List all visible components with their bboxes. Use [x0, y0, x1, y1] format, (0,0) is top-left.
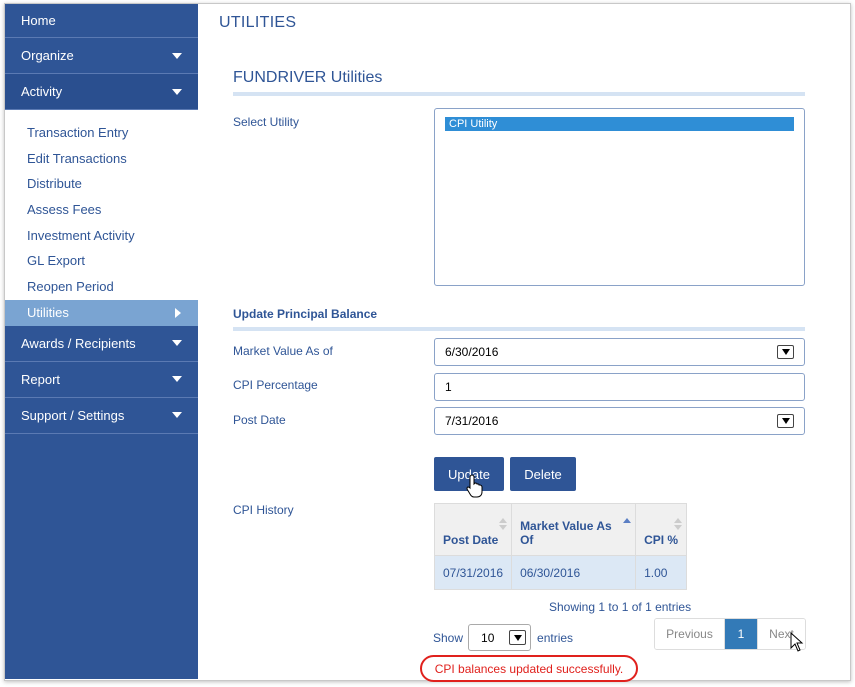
page-title: UTILITIES	[219, 14, 297, 31]
column-header-market-value[interactable]: Market Value As Of	[511, 503, 637, 556]
show-label: Show	[433, 630, 464, 645]
table-cell: 07/31/2016	[433, 555, 513, 590]
utility-listbox[interactable]: CPI Utility	[434, 108, 805, 286]
update-section-title: Update Principal Balance	[233, 307, 378, 321]
nav-report-label: Report	[21, 371, 61, 387]
market-value-select[interactable]: 6/30/2016	[434, 338, 805, 366]
cpi-percentage-label: CPI Percentage	[233, 378, 318, 392]
section-title: FUNDRIVER Utilities	[233, 69, 383, 86]
dropdown-arrow-icon	[509, 630, 527, 645]
chevron-right-icon	[175, 307, 181, 318]
update-button[interactable]: Update	[434, 457, 504, 491]
sort-icon	[674, 518, 683, 532]
chevron-down-icon	[172, 340, 182, 346]
chevron-down-icon	[172, 88, 182, 95]
activity-submenu: Transaction Entry Edit Transactions Dist…	[5, 110, 198, 326]
chevron-down-icon	[172, 376, 182, 382]
sidebar-item-gl-export[interactable]: GL Export	[5, 248, 198, 274]
column-header-cpi[interactable]: CPI %	[635, 503, 688, 556]
nav-support-label: Support / Settings	[21, 407, 125, 423]
sidebar-item-assess-fees[interactable]: Assess Fees	[5, 197, 198, 223]
dropdown-arrow-icon	[777, 345, 794, 359]
nav-awards[interactable]: Awards / Recipients	[5, 326, 198, 362]
nav-home[interactable]: Home	[5, 4, 198, 38]
next-page-button[interactable]: Next	[757, 619, 805, 649]
column-header-post-date[interactable]: Post Date	[433, 503, 513, 556]
market-value-label: Market Value As of	[233, 344, 333, 358]
post-date-value: 7/31/2016	[445, 414, 499, 428]
sidebar-item-edit-transactions[interactable]: Edit Transactions	[5, 146, 198, 172]
sidebar-item-utilities[interactable]: Utilities	[5, 299, 198, 326]
table-info: Showing 1 to 1 of 1 entries	[549, 600, 692, 614]
post-date-label: Post Date	[233, 413, 286, 427]
table-cell: 1.00	[635, 555, 688, 590]
column-header-label: CPI %	[644, 533, 679, 547]
nav-home-label: Home	[21, 13, 56, 28]
nav-organize-label: Organize	[21, 48, 74, 63]
previous-page-button[interactable]: Previous	[655, 619, 725, 649]
nav-report[interactable]: Report	[5, 362, 198, 398]
nav-awards-label: Awards / Recipients	[21, 335, 136, 351]
page-length-value: 10	[481, 630, 495, 645]
nav-organize[interactable]: Organize	[5, 38, 198, 74]
nav-activity-label: Activity	[21, 84, 63, 99]
sidebar-item-reopen-period[interactable]: Reopen Period	[5, 274, 198, 300]
sort-ascending-icon	[623, 518, 632, 525]
sidebar-item-distribute[interactable]: Distribute	[5, 171, 198, 197]
chevron-down-icon	[172, 412, 182, 418]
success-highlight: CPI balances updated successfully.	[420, 655, 638, 682]
nav-activity[interactable]: Activity	[5, 74, 198, 110]
page-length-select[interactable]: 10	[468, 624, 532, 651]
sidebar: Home Organize Activity Transaction Entry…	[5, 4, 198, 679]
sidebar-item-utilities-label: Utilities	[27, 304, 69, 320]
delete-button[interactable]: Delete	[510, 457, 576, 491]
nav-support[interactable]: Support / Settings	[5, 398, 198, 434]
cpi-history-table: Post Date Market Value As Of CPI % 07/31…	[433, 503, 688, 590]
page-1-button[interactable]: 1	[725, 619, 757, 649]
update-section-divider	[233, 327, 805, 331]
sort-icon	[499, 518, 508, 532]
pagination: Previous 1 Next	[654, 618, 806, 650]
market-value-value: 6/30/2016	[445, 345, 499, 359]
entries-label: entries	[537, 630, 574, 645]
select-utility-label: Select Utility	[233, 115, 300, 129]
page-length-control: Show 10 entries	[433, 624, 573, 651]
column-header-label: Post Date	[443, 533, 499, 547]
cpi-percentage-value: 1	[445, 380, 452, 394]
dropdown-arrow-icon	[777, 414, 794, 428]
column-header-label: Market Value As Of	[520, 519, 612, 547]
section-divider	[233, 92, 805, 96]
post-date-select[interactable]: 7/31/2016	[434, 407, 805, 435]
sidebar-item-transaction-entry[interactable]: Transaction Entry	[5, 120, 198, 146]
table-cell: 06/30/2016	[511, 555, 637, 590]
chevron-down-icon	[172, 52, 182, 59]
sidebar-item-investment-activity[interactable]: Investment Activity	[5, 223, 198, 249]
table-row[interactable]: 07/31/2016 06/30/2016 1.00	[433, 555, 688, 590]
cpi-history-label: CPI History	[233, 503, 294, 517]
utility-option[interactable]: CPI Utility	[445, 117, 794, 131]
success-message: CPI balances updated successfully.	[434, 661, 624, 676]
cpi-percentage-input[interactable]: 1	[434, 373, 805, 401]
